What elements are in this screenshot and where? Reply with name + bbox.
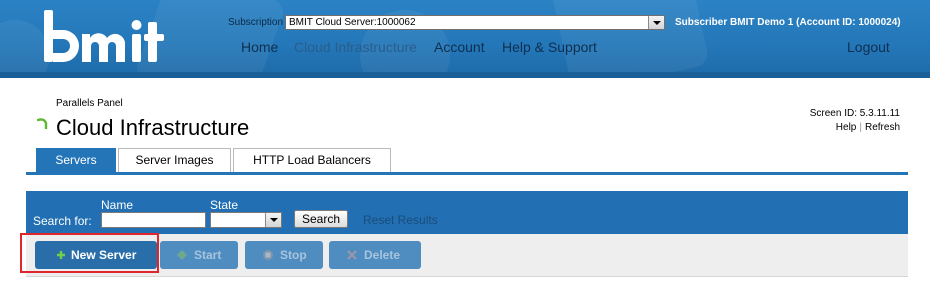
nav-home[interactable]: Home xyxy=(241,39,278,55)
name-input[interactable] xyxy=(101,212,206,228)
link-separator: | xyxy=(859,122,862,133)
state-select[interactable] xyxy=(210,212,282,228)
delete-button[interactable]: Delete xyxy=(329,241,421,269)
start-label: Start xyxy=(194,248,222,262)
state-label: State xyxy=(210,198,239,212)
screen-id: Screen ID: 5.3.11.11 xyxy=(809,108,900,119)
delete-icon xyxy=(347,250,357,260)
cloud-arrow-icon xyxy=(37,118,48,129)
nav-help-support[interactable]: Help & Support xyxy=(502,39,597,55)
search-button[interactable]: Search xyxy=(294,210,348,228)
tab-server-images[interactable]: Server Images xyxy=(118,148,231,172)
start-button[interactable]: Start xyxy=(160,241,238,269)
breadcrumb[interactable]: Parallels Panel xyxy=(56,98,123,109)
subscription-select[interactable]: BMIT Cloud Server:1000062 xyxy=(285,15,665,30)
new-server-highlight xyxy=(20,233,159,273)
tab-underline xyxy=(26,172,908,175)
search-panel: Name State Search for: Search Reset Resu… xyxy=(26,191,908,234)
tab-http-load-balancers[interactable]: HTTP Load Balancers xyxy=(233,148,391,172)
subscription-value: BMIT Cloud Server:1000062 xyxy=(289,17,416,28)
subscription-label: Subscription xyxy=(228,17,284,28)
tab-servers[interactable]: Servers xyxy=(36,148,116,172)
stop-button[interactable]: Stop xyxy=(245,241,323,269)
stop-icon xyxy=(263,250,273,260)
start-icon xyxy=(177,250,187,260)
delete-label: Delete xyxy=(364,248,401,262)
nav-account[interactable]: Account xyxy=(434,39,485,55)
nav-logout[interactable]: Logout xyxy=(847,39,890,55)
bmit-logo[interactable]: bmit xyxy=(40,4,170,74)
chevron-down-icon[interactable] xyxy=(265,213,281,227)
subscriber-info: Subscriber BMIT Demo 1 (Account ID: 1000… xyxy=(675,17,901,28)
reset-results-link[interactable]: Reset Results xyxy=(363,213,438,227)
refresh-link[interactable]: Refresh xyxy=(865,122,900,133)
header-banner: bmit Subscription BMIT Cloud Server:1000… xyxy=(0,0,930,78)
help-refresh-links: Help | Refresh xyxy=(836,122,900,133)
chevron-down-icon[interactable] xyxy=(648,16,664,29)
stop-label: Stop xyxy=(280,248,307,262)
nav-cloud-infrastructure[interactable]: Cloud Infrastructure xyxy=(294,39,417,55)
page-title: Cloud Infrastructure xyxy=(56,115,250,140)
help-link[interactable]: Help xyxy=(836,122,857,133)
search-for-label: Search for: xyxy=(33,214,92,228)
name-label: Name xyxy=(101,198,134,212)
